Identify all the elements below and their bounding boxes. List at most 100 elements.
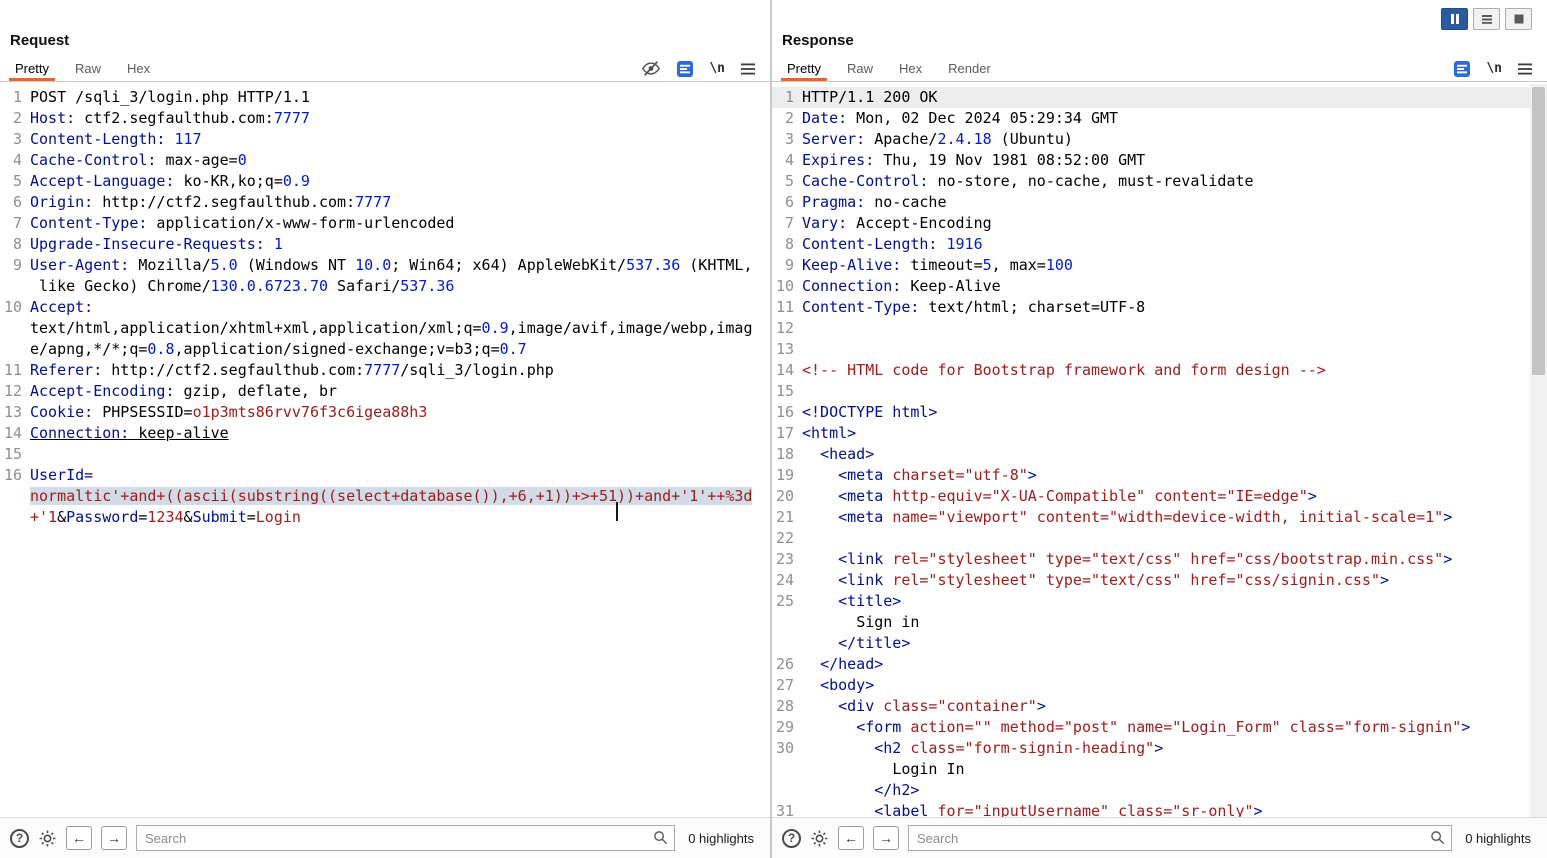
settings-gear-icon[interactable] [38,829,57,848]
code-line: Login In [772,759,1530,780]
previous-match-button[interactable]: ← [838,826,864,850]
request-editor[interactable]: 1 POST /sqli_3/login.php HTTP/1.1 2 Host: c… [0,84,770,817]
menu-icon[interactable] [1517,62,1533,76]
scrollbar-thumb[interactable] [1532,87,1545,375]
menu-icon[interactable] [740,62,756,76]
line-content: <meta charset="utf-8"> [802,466,1037,484]
layout-stacked-rows-button[interactable] [1473,8,1500,30]
previous-match-button[interactable]: ← [66,826,92,850]
help-icon[interactable]: ? [10,828,29,848]
line-number [0,486,22,507]
code-line: 4 Cache-Control: max-age=0 [0,150,770,171]
code-line: 12 [772,318,1530,339]
code-line: 5 Cache-Control: no-store, no-cache, must… [772,171,1530,192]
response-tabs: Pretty Raw Hex Render [774,56,1004,81]
code-line: 7 Vary: Accept-Encoding [772,213,1530,234]
response-editor[interactable]: 1 HTTP/1.1 200 OK 2 Date: Mon, 02 Dec 2024 … [772,84,1530,817]
line-content: UserId= [30,466,94,484]
line-content: </h2> [802,781,920,799]
next-match-button[interactable]: → [101,826,127,850]
line-content: Accept: [30,298,94,316]
line-content: e/apng,*/*;q=0.8,application/signed-exch… [30,340,527,358]
pretty-print-icon[interactable] [676,60,694,78]
code-line: e/apng,*/*;q=0.8,application/signed-exch… [0,339,770,360]
line-content: Keep-Alive: timeout=5, max=100 [802,256,1073,274]
tab-render[interactable]: Render [935,56,1004,81]
line-content [802,339,1530,360]
code-line: 22 [772,528,1530,549]
tab-hex[interactable]: Hex [886,56,935,81]
line-content: <meta name="viewport" content="width=dev… [802,508,1453,526]
tab-hex[interactable]: Hex [114,56,163,81]
code-line: 29 <form action="" method="post" name="L… [772,717,1530,738]
line-number [0,507,22,528]
tab-raw[interactable]: Raw [834,56,886,81]
line-number: 14 [775,361,794,379]
line-content: Connection: keep-alive [30,424,229,442]
line-number: 4 [784,151,794,169]
next-match-button[interactable]: → [873,826,899,850]
tab-pretty[interactable]: Pretty [2,56,62,81]
pretty-print-icon[interactable] [1453,60,1471,78]
eye-slash-icon[interactable] [641,60,661,77]
layout-single-view-button[interactable] [1505,8,1532,30]
response-scrollbar[interactable] [1530,84,1547,817]
code-line: 27 <body> [772,675,1530,696]
line-number: 7 [784,214,794,232]
code-line: 1 HTTP/1.1 200 OK [772,87,1530,108]
tab-raw[interactable]: Raw [62,56,114,81]
line-content: <div class="container"> [802,697,1046,715]
code-line: 9 Keep-Alive: timeout=5, max=100 [772,255,1530,276]
search-icon [653,830,668,850]
code-line: 1 POST /sqli_3/login.php HTTP/1.1 [0,87,770,108]
line-content: <h2 class="form-signin-heading"> [802,739,1164,757]
line-content [802,528,1530,549]
tab-pretty[interactable]: Pretty [774,56,834,81]
line-number: 22 [775,529,794,547]
line-content: Pragma: no-cache [802,193,947,211]
line-number: 10 [775,277,794,295]
highlights-count: 0 highlights [1465,830,1531,846]
search-input[interactable] [908,825,1453,851]
line-number: 18 [775,445,794,463]
line-number: 4 [12,151,22,169]
line-content: Referer: http://ctf2.segfaulthub.com:777… [30,361,554,379]
response-footer: ? ← → 0 highlights [772,817,1547,858]
layout-split-columns-button[interactable] [1441,8,1468,30]
line-number: 7 [12,214,22,232]
line-content: Content-Length: 117 [30,130,202,148]
line-number: 13 [3,403,22,421]
help-icon[interactable]: ? [782,828,801,848]
line-content: <title> [802,592,902,610]
line-number: 16 [775,403,794,421]
line-number: 14 [3,424,22,442]
line-number: 19 [775,466,794,484]
line-content: HTTP/1.1 200 OK [802,88,938,106]
settings-gear-icon[interactable] [810,829,829,848]
line-number: 2 [784,109,794,127]
code-line: 13 [772,339,1530,360]
code-line: 3 Content-Length: 117 [0,129,770,150]
line-content: Host: ctf2.segfaulthub.com:7777 [30,109,310,127]
code-line: 8 Content-Length: 1916 [772,234,1530,255]
search-input[interactable] [136,825,676,851]
line-number: 8 [12,235,22,253]
code-line: 3 Server: Apache/2.4.18 (Ubuntu) [772,129,1530,150]
line-content: Upgrade-Insecure-Requests: 1 [30,235,283,253]
code-line: </h2> [772,780,1530,801]
line-number: 5 [784,172,794,190]
line-number: 6 [784,193,794,211]
code-line: 10 Accept: [0,297,770,318]
line-content: <link rel="stylesheet" type="text/css" h… [802,571,1390,589]
code-line: 14 Connection: keep-alive [0,423,770,444]
newline-icon[interactable]: \n [709,61,725,76]
line-number [772,633,794,654]
line-number: 20 [775,487,794,505]
newline-icon[interactable]: \n [1486,61,1502,76]
line-number: 25 [775,592,794,610]
search-box [908,825,1453,851]
code-line: 23 <link rel="stylesheet" type="text/css… [772,549,1530,570]
line-content: Connection: Keep-Alive [802,277,1001,295]
response-panel-title: Response [782,32,854,49]
newline-glyph: \n [1486,61,1502,76]
